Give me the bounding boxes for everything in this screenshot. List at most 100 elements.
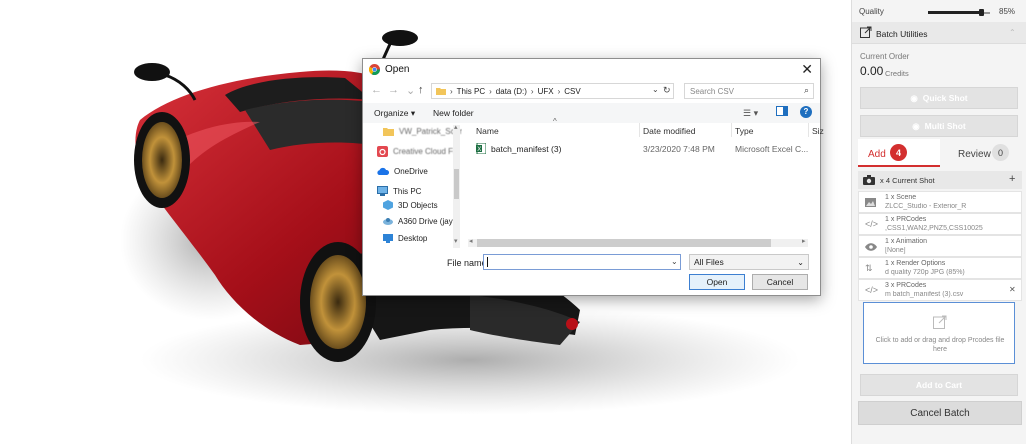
file-row[interactable]: X batch_manifest (3) 3/23/2020 7:48 PM M… xyxy=(471,141,811,156)
cancel-button[interactable]: Cancel xyxy=(752,274,808,290)
add-to-cart-button[interactable]: Add to Cart xyxy=(860,374,1018,396)
folder-icon xyxy=(383,127,394,136)
batch-item-prcodes[interactable]: </> 1 x PRCodes ,CSS1,WAN2,PNZ5,CSS10025 xyxy=(858,213,1022,235)
search-icon: ⌕ xyxy=(803,85,809,95)
nav-item-creative-cloud[interactable]: Creative Cloud Fil xyxy=(377,144,457,158)
nav-item-desktop[interactable]: Desktop xyxy=(383,231,427,245)
excel-csv-icon: X xyxy=(476,143,486,154)
item-line1: 3 x PRCodes xyxy=(885,282,927,289)
search-placeholder: Search CSV xyxy=(690,86,735,96)
breadcrumb-separator: › xyxy=(450,86,453,96)
nav-item-label: Creative Cloud Fil xyxy=(393,146,457,156)
item-line2: ,CSS1,WAN2,PNZ5,CSS10025 xyxy=(885,225,983,232)
credits-label: Credits xyxy=(885,69,909,78)
column-header-name[interactable]: Name xyxy=(476,126,499,136)
current-shot-header: x 4 Current Shot + xyxy=(858,171,1022,189)
quality-value: 85% xyxy=(999,7,1016,16)
nav-item-3d-objects[interactable]: 3D Objects xyxy=(383,198,438,212)
current-shot-label: x 4 Current Shot xyxy=(880,176,935,185)
scroll-right-icon[interactable]: ▸ xyxy=(802,237,806,245)
multi-camera-icon: ◉ xyxy=(912,120,920,131)
add-to-cart-label: Add to Cart xyxy=(915,380,963,390)
prcodes-drop-zone[interactable]: Click to add or drag and drop Prcodes fi… xyxy=(863,302,1015,364)
tab-review[interactable]: Review 0 xyxy=(940,139,1022,167)
sort-indicator-icon: ^ xyxy=(553,117,557,126)
address-bar[interactable]: › This PC › data (D:) › UFX › CSV xyxy=(431,83,674,99)
camera-icon: ◉ xyxy=(910,92,918,103)
close-icon[interactable]: ✕ xyxy=(801,61,813,78)
remove-item-icon[interactable]: ✕ xyxy=(1009,285,1016,294)
help-icon[interactable]: ? xyxy=(800,106,812,118)
multi-shot-label: Multi Shot xyxy=(924,121,966,131)
quality-slider-handle[interactable] xyxy=(979,9,984,16)
add-plus-icon[interactable]: + xyxy=(1009,173,1015,185)
car-mirror-left xyxy=(134,63,170,81)
back-arrow-icon[interactable]: ← xyxy=(371,84,382,96)
breadcrumb-data-d[interactable]: data (D:) xyxy=(496,87,527,96)
text-caret xyxy=(487,257,488,267)
current-order-amount: 0.00 xyxy=(860,64,884,78)
horizontal-scroll-thumb[interactable] xyxy=(477,239,771,247)
batch-utilities-label: Batch Utilities xyxy=(876,29,928,39)
scroll-up-icon[interactable]: ▴ xyxy=(454,123,458,131)
column-divider xyxy=(731,123,732,137)
quick-shot-label: Quick Shot xyxy=(922,93,968,103)
chrome-icon xyxy=(369,64,380,75)
desktop-icon xyxy=(383,233,393,243)
search-input[interactable]: Search CSV ⌕ xyxy=(684,83,814,99)
review-count-badge: 0 xyxy=(992,144,1009,161)
car-mirror-right xyxy=(382,30,418,46)
multi-shot-button[interactable]: ◉ Multi Shot xyxy=(860,115,1018,137)
breadcrumb-ufx[interactable]: UFX xyxy=(538,87,554,96)
preview-pane-icon[interactable] xyxy=(776,106,788,118)
computer-icon xyxy=(377,186,388,196)
nav-item-vw-patrick[interactable]: VW_Patrick_Scen xyxy=(383,124,462,138)
file-name-dropdown-icon[interactable]: ⌄ xyxy=(671,257,678,266)
up-arrow-icon[interactable]: ↑ xyxy=(418,84,424,96)
address-dropdown-icon[interactable]: ⌄ xyxy=(652,85,659,94)
chevron-up-icon[interactable]: ⌃ xyxy=(1009,28,1016,37)
current-order-label: Current Order xyxy=(860,52,910,61)
breadcrumb-separator: › xyxy=(530,86,534,96)
navigation-pane: VW_Patrick_Scen Creative Cloud Fil OneDr… xyxy=(369,124,462,250)
open-button[interactable]: Open xyxy=(689,274,745,290)
nav-item-this-pc[interactable]: This PC xyxy=(377,184,421,198)
forward-arrow-icon[interactable]: → xyxy=(388,84,399,96)
tab-review-label: Review xyxy=(958,149,991,160)
file-type-filter[interactable]: All Files ⌄ xyxy=(689,254,809,270)
creative-cloud-icon xyxy=(377,145,388,157)
folder-icon xyxy=(436,88,446,95)
nav-item-onedrive[interactable]: OneDrive xyxy=(377,164,428,178)
batch-utilities-header[interactable]: Batch Utilities ⌃ xyxy=(852,22,1026,44)
breadcrumb-csv[interactable]: CSV xyxy=(564,87,580,96)
column-header-size[interactable]: Siz xyxy=(812,126,824,136)
tab-add[interactable]: Add 4 xyxy=(858,139,940,167)
new-folder-button[interactable]: New folder xyxy=(433,108,474,118)
batch-item-scene[interactable]: 1 x Scene ZLCC_Studio - Exterior_R xyxy=(858,191,1022,213)
column-header-date-modified[interactable]: Date modified xyxy=(643,126,695,136)
scroll-left-icon[interactable]: ◂ xyxy=(469,237,473,245)
nav-item-a360-drive[interactable]: A360 Drive (jayc xyxy=(383,214,457,228)
scroll-down-icon[interactable]: ▾ xyxy=(454,237,458,245)
file-date-modified: 3/23/2020 7:48 PM xyxy=(643,144,715,154)
navigation-scroll-thumb[interactable] xyxy=(454,169,459,199)
tab-add-label: Add xyxy=(868,149,886,160)
batch-item-animation[interactable]: 1 x Animation [None] xyxy=(858,235,1022,257)
organize-menu[interactable]: Organize ▾ xyxy=(374,108,415,119)
quick-shot-button[interactable]: ◉ Quick Shot xyxy=(860,87,1018,109)
column-header-type[interactable]: Type xyxy=(735,126,753,136)
file-name: batch_manifest (3) xyxy=(491,144,562,154)
batch-item-render-options[interactable]: ⇅ 1 x Render Options d quality 720p JPG … xyxy=(858,257,1022,279)
breadcrumb-this-pc[interactable]: This PC xyxy=(457,87,485,96)
add-count-badge: 4 xyxy=(890,144,907,161)
cancel-batch-button[interactable]: Cancel Batch xyxy=(858,401,1022,425)
batch-item-prcodes-csv[interactable]: </> 3 x PRCodes m batch_manifest (3).csv… xyxy=(858,279,1022,301)
drop-zone-text: Click to add or drag and drop Prcodes fi… xyxy=(875,337,1005,353)
breadcrumb-separator: › xyxy=(489,86,492,96)
refresh-icon[interactable]: ↻ xyxy=(663,85,671,96)
file-name-input[interactable] xyxy=(483,254,681,270)
view-options-icon[interactable]: ☰ ▾ xyxy=(743,108,758,119)
open-file-dialog: Open ✕ ← → ⌄ ↑ › This PC › data (D:) › U… xyxy=(362,58,824,296)
item-line2: [None] xyxy=(885,247,906,254)
chevron-down-icon[interactable]: ⌄ xyxy=(406,84,415,97)
